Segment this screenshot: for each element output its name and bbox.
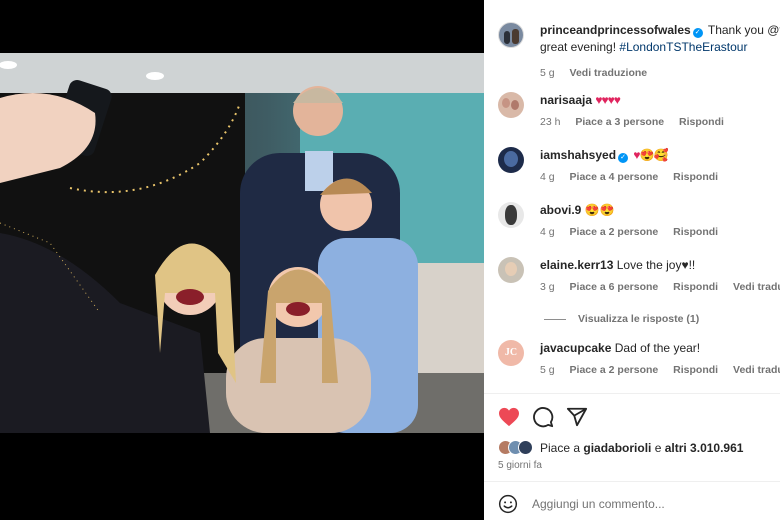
avatar bbox=[518, 440, 533, 455]
caption-hashtag[interactable]: #LondonTSTheErastour bbox=[619, 40, 747, 54]
likes-others[interactable]: altri 3.010.961 bbox=[665, 441, 744, 455]
comment-username[interactable]: abovi.9 bbox=[540, 203, 581, 217]
post-caption: princeandprincessofwales✓ Thank you @ta … bbox=[498, 22, 780, 82]
avatar[interactable] bbox=[498, 257, 524, 283]
post-photo[interactable] bbox=[0, 53, 484, 433]
likes-user[interactable]: giadaborioli bbox=[583, 441, 651, 455]
comment-likes-link[interactable]: Piace a 6 persone bbox=[570, 281, 659, 293]
comment-time: 4 g bbox=[540, 171, 555, 183]
comment-time: 4 g bbox=[540, 226, 555, 238]
comment-likes-link[interactable]: Piace a 2 persone bbox=[570, 364, 659, 376]
reply-button[interactable]: Rispondi bbox=[673, 364, 718, 376]
comment-likes-link[interactable]: Piace a 4 persone bbox=[570, 171, 659, 183]
avatar[interactable] bbox=[498, 147, 524, 173]
reply-button[interactable]: Rispondi bbox=[679, 116, 724, 128]
smile-icon[interactable] bbox=[498, 494, 518, 514]
likes-prefix: Piace a bbox=[540, 440, 584, 455]
avatar-initials: JC bbox=[504, 347, 518, 358]
reply-button[interactable]: Rispondi bbox=[673, 171, 718, 183]
comment-time: 5 g bbox=[540, 364, 555, 376]
comment-time: 23 h bbox=[540, 116, 561, 128]
reply-button[interactable]: Rispondi bbox=[673, 281, 718, 293]
caption-time: 5 g bbox=[540, 67, 555, 79]
comment-likes-link[interactable]: Piace a 2 persone bbox=[570, 226, 659, 238]
comment-item: abovi.9 😍😍 4 g Piace a 2 persone Rispond… bbox=[498, 202, 780, 241]
replies-dash bbox=[544, 318, 566, 320]
divider bbox=[484, 481, 780, 482]
comment-text: Love the joy♥!! bbox=[616, 258, 696, 272]
likes-middle: e bbox=[651, 440, 665, 455]
verified-icon: ✓ bbox=[618, 153, 629, 163]
comment-time: 3 g bbox=[540, 281, 555, 293]
reply-button[interactable]: Rispondi bbox=[673, 226, 718, 238]
liker-avatars bbox=[498, 440, 533, 455]
caption-username[interactable]: princeandprincessofwales bbox=[540, 23, 691, 37]
divider bbox=[484, 393, 780, 394]
verified-icon: ✓ bbox=[692, 28, 703, 38]
comment-text: 😍😍 bbox=[584, 203, 615, 217]
see-translation-link[interactable]: Vedi traduzio bbox=[733, 281, 780, 293]
photo-illustration bbox=[0, 53, 484, 433]
view-replies-button[interactable]: Visualizza le risposte (1) bbox=[544, 313, 699, 325]
likes-summary[interactable]: Piace a giadaborioli e altri 3.010.961 bbox=[498, 440, 743, 455]
comment-likes-link[interactable]: Piace a 3 persone bbox=[575, 116, 664, 128]
comment-item: JC javacupcake Dad of the year! 5 g Piac… bbox=[498, 340, 780, 379]
comment-item: elaine.kerr13 Love the joy♥!! 3 g Piace … bbox=[498, 257, 780, 296]
comment-username[interactable]: iamshahsyed bbox=[540, 148, 616, 162]
comment-icon[interactable] bbox=[532, 406, 554, 428]
see-translation-link[interactable]: Vedi traduzio bbox=[733, 364, 780, 376]
comment-text: ♥♥♥♥ bbox=[595, 93, 620, 107]
caption-text-line2: great evening! bbox=[540, 40, 620, 54]
heart-filled-icon[interactable] bbox=[498, 407, 520, 427]
caption-text: Thank you @ta bbox=[707, 23, 780, 37]
comment-username[interactable]: javacupcake bbox=[540, 341, 611, 355]
share-icon[interactable] bbox=[566, 406, 588, 428]
avatar[interactable] bbox=[498, 92, 524, 118]
view-replies-label: Visualizza le risposte (1) bbox=[578, 313, 700, 325]
comment-text: Dad of the year! bbox=[614, 341, 701, 355]
comment-item: iamshahsyed ✓ ♥😍🥰 4 g Piace a 4 persone R… bbox=[498, 147, 780, 186]
add-comment-field[interactable]: Aggiungi un commento... bbox=[498, 494, 665, 514]
add-comment-placeholder: Aggiungi un commento... bbox=[532, 497, 665, 511]
comments-panel: princeandprincessofwales✓ Thank you @ta … bbox=[484, 0, 780, 520]
comment-item: narisaaja ♥♥♥♥ 23 h Piace a 3 persone Ri… bbox=[498, 92, 780, 131]
post-actions bbox=[498, 406, 588, 428]
posted-ago: 5 giorni fa bbox=[498, 460, 542, 471]
avatar[interactable] bbox=[498, 202, 524, 228]
avatar[interactable] bbox=[498, 22, 524, 48]
comment-text: ♥😍🥰 bbox=[633, 148, 668, 162]
post-media bbox=[0, 0, 484, 520]
comment-username[interactable]: elaine.kerr13 bbox=[540, 258, 613, 272]
see-translation-link[interactable]: Vedi traduzione bbox=[570, 67, 648, 79]
avatar[interactable]: JC bbox=[498, 340, 524, 366]
comment-username[interactable]: narisaaja bbox=[540, 93, 592, 107]
